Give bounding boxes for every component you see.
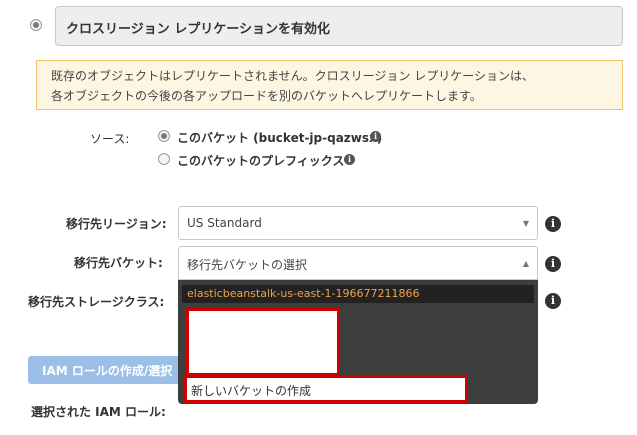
- enable-replication-radio[interactable]: [30, 19, 42, 31]
- replication-notice: 既存のオブジェクトはレプリケートされません。クロスリージョン レプリケーションは…: [36, 60, 623, 110]
- info-icon[interactable]: i: [370, 131, 381, 142]
- chevron-up-icon: ▲: [522, 259, 529, 268]
- destination-region-select[interactable]: US Standard ▼: [178, 206, 538, 240]
- source-this-bucket-label[interactable]: このバケット (bucket-jp-qazwsx): [177, 129, 382, 146]
- notice-line-2: 各オブジェクトの今後の各アップロードを別のバケットへレプリケートします。: [51, 89, 482, 103]
- source-prefix-radio[interactable]: [158, 153, 170, 165]
- destination-bucket-placeholder: 移行先バケットの選択: [187, 258, 308, 272]
- info-icon[interactable]: i: [545, 256, 561, 272]
- selected-iam-role-label: 選択された IAM ロール:: [31, 405, 166, 419]
- info-icon[interactable]: i: [545, 216, 561, 232]
- source-label: ソース:: [90, 132, 130, 146]
- info-icon[interactable]: i: [545, 293, 561, 309]
- source-this-bucket-radio[interactable]: [158, 130, 170, 142]
- source-prefix-label[interactable]: このバケットのプレフィックス: [177, 152, 344, 169]
- highlight-box: [186, 308, 340, 376]
- create-select-iam-role-button[interactable]: IAM ロールの作成/選択: [28, 356, 193, 384]
- destination-region-label: 移行先リージョン:: [66, 217, 167, 231]
- destination-bucket-dropdown: elasticbeanstalk-us-east-1-196677211866 …: [178, 280, 538, 404]
- destination-region-value: US Standard: [187, 216, 262, 230]
- info-icon[interactable]: i: [344, 154, 355, 165]
- enable-replication-option[interactable]: クロスリージョン レプリケーションを有効化: [55, 6, 623, 46]
- chevron-down-icon: ▼: [522, 219, 529, 228]
- destination-bucket-label: 移行先バケット:: [74, 256, 163, 270]
- dropdown-option-existing-bucket[interactable]: elasticbeanstalk-us-east-1-196677211866: [182, 285, 534, 303]
- dropdown-option-create-new-bucket[interactable]: 新しいバケットの作成: [184, 375, 468, 403]
- destination-bucket-select[interactable]: 移行先バケットの選択 ▲: [178, 246, 538, 280]
- notice-line-1: 既存のオブジェクトはレプリケートされません。クロスリージョン レプリケーションは…: [51, 69, 534, 83]
- storage-class-label: 移行先ストレージクラス:: [28, 295, 165, 309]
